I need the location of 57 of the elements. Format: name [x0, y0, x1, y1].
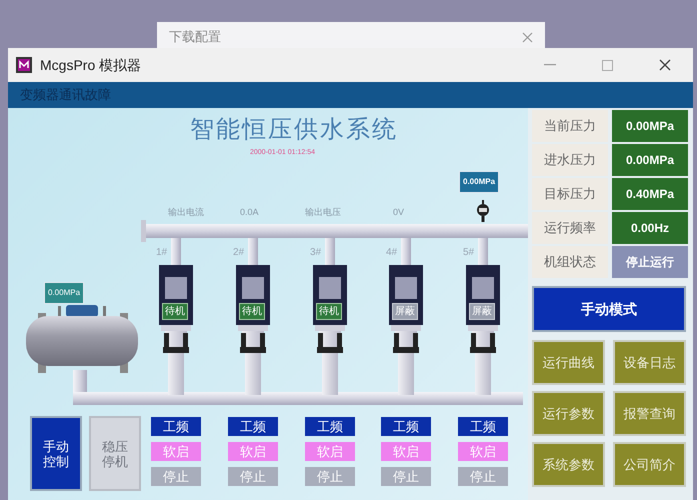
- system-title: 智能恒压供水系统: [190, 115, 398, 145]
- reading-value: 0V: [393, 206, 404, 219]
- window-title: McgsPro 模拟器: [40, 56, 142, 75]
- pump-control-button[interactable]: 工频: [381, 417, 431, 436]
- parameter-value: 0.00MPa: [612, 110, 688, 142]
- pressure-display: 0.00MPa: [459, 171, 500, 193]
- pump-status: 待机: [162, 303, 188, 320]
- mode-button[interactable]: 手动模式: [532, 286, 686, 332]
- parameter-value: 停止运行: [612, 246, 688, 278]
- pump-control-button[interactable]: 停止: [381, 467, 431, 486]
- pump-number: 2#: [233, 246, 244, 260]
- pump-control-button[interactable]: 工频: [458, 417, 508, 436]
- parameter-label: 目标压力: [532, 178, 608, 210]
- nav-button[interactable]: 系统参数: [532, 442, 605, 487]
- parameter-label: 运行频率: [532, 212, 608, 244]
- reading-label: 输出电压: [305, 206, 341, 219]
- pump-control-button[interactable]: 软启: [305, 442, 355, 461]
- parameter-value: 0.40MPa: [612, 178, 688, 210]
- pressure-gauge-icon: [476, 200, 490, 222]
- pump-control-button[interactable]: 工频: [228, 417, 278, 436]
- pump-control-button[interactable]: 停止: [458, 467, 508, 486]
- window-title: 下载配置: [169, 28, 221, 46]
- nav-button[interactable]: 运行曲线: [532, 340, 605, 385]
- app-icon: [16, 57, 32, 73]
- close-icon[interactable]: [659, 59, 671, 71]
- parameter-label: 机组状态: [532, 246, 608, 278]
- control-button[interactable]: 手动控制: [30, 416, 82, 491]
- parameter-value: 0.00MPa: [612, 144, 688, 176]
- pump-control-button[interactable]: 停止: [305, 467, 355, 486]
- parameter-label: 当前压力: [532, 110, 608, 142]
- parameter-label: 进水压力: [532, 144, 608, 176]
- nav-button[interactable]: 设备日志: [613, 340, 686, 385]
- pump-control-button[interactable]: 停止: [151, 467, 201, 486]
- pump-number: 4#: [386, 246, 398, 260]
- nav-button[interactable]: 报警查询: [613, 391, 686, 436]
- pump-control-button[interactable]: 工频: [305, 417, 355, 436]
- pump-control-button[interactable]: 工频: [151, 417, 201, 436]
- maximize-icon[interactable]: [602, 60, 613, 70]
- parameter-value: 0.00Hz: [612, 212, 688, 244]
- pump-control-button[interactable]: 软启: [381, 442, 431, 461]
- pump-control-button[interactable]: 软启: [151, 442, 201, 461]
- pump-number: 1#: [156, 246, 168, 260]
- pump-number: 5#: [463, 246, 474, 260]
- pump-status: 屏蔽: [392, 303, 418, 320]
- minimize-icon[interactable]: [544, 64, 556, 66]
- pump-status: 待机: [316, 303, 342, 320]
- pump-status: 屏蔽: [469, 303, 495, 320]
- nav-button[interactable]: 公司简介: [613, 442, 686, 487]
- pump-number: 3#: [310, 246, 322, 260]
- pump-control-button[interactable]: 软启: [458, 442, 508, 461]
- pump-status: 待机: [239, 303, 265, 320]
- reading-label: 输出电流: [168, 206, 204, 219]
- pressure-display: 0.00MPa: [44, 282, 84, 304]
- pump-control-button[interactable]: 停止: [228, 467, 278, 486]
- nav-button[interactable]: 运行参数: [532, 391, 605, 436]
- pump-control-button[interactable]: 软启: [228, 442, 278, 461]
- reading-value: 0.0A: [240, 206, 259, 219]
